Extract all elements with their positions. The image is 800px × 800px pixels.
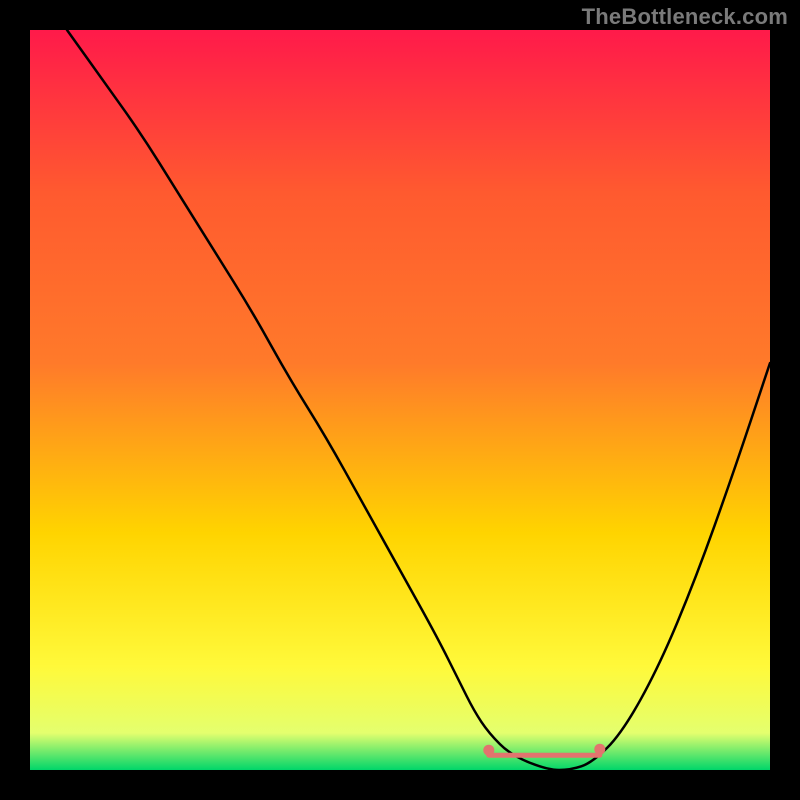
optimal-range-start-dot: [483, 745, 494, 756]
gradient-background: [30, 30, 770, 770]
optimal-range-end-dot: [594, 744, 605, 755]
watermark-text: TheBottleneck.com: [582, 4, 788, 30]
chart-container: TheBottleneck.com: [0, 0, 800, 800]
bottleneck-chart: [30, 30, 770, 770]
